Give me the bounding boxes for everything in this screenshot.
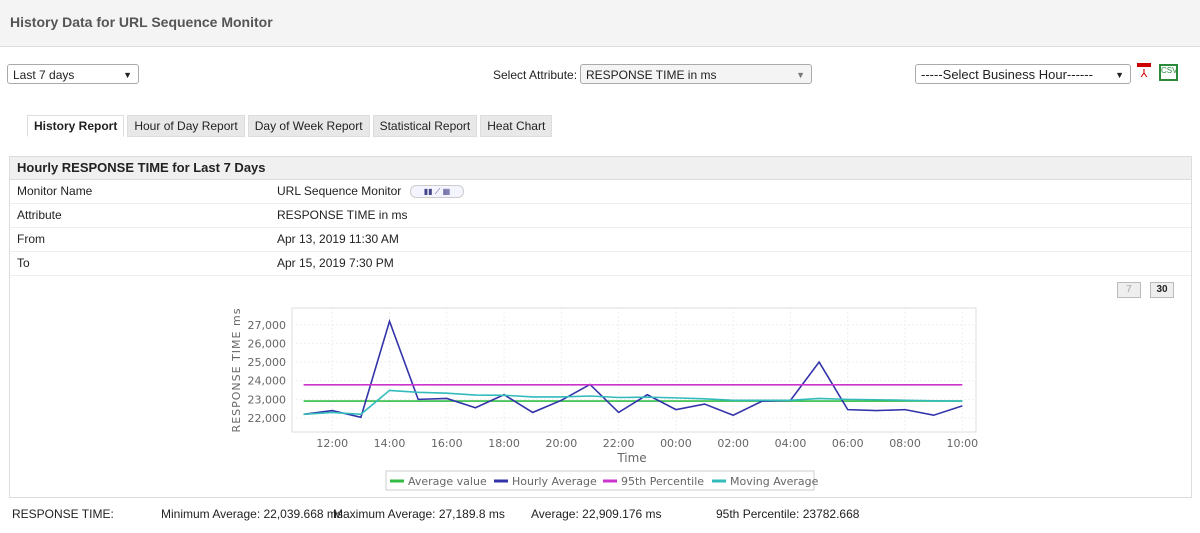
x-tick-label: 12:00 xyxy=(316,437,348,450)
legend-label: Moving Average xyxy=(730,475,819,488)
x-tick-label: 02:00 xyxy=(717,437,749,450)
x-tick-label: 20:00 xyxy=(546,437,578,450)
legend-label: Average value xyxy=(408,475,487,488)
y-tick-label: 25,000 xyxy=(248,356,287,369)
x-axis-title: Time xyxy=(616,451,646,465)
y-tick-label: 26,000 xyxy=(248,337,287,350)
stats-max: Maximum Average: 27,189.8 ms xyxy=(333,507,505,521)
stats-min: Minimum Average: 22,039.668 ms xyxy=(161,507,343,521)
stats-p95: 95th Percentile: 23782.668 xyxy=(716,507,860,521)
x-tick-label: 22:00 xyxy=(603,437,635,450)
y-tick-label: 23,000 xyxy=(248,393,287,406)
legend-label: Hourly Average xyxy=(512,475,597,488)
x-tick-label: 04:00 xyxy=(775,437,807,450)
x-tick-label: 00:00 xyxy=(660,437,692,450)
x-tick-label: 18:00 xyxy=(488,437,520,450)
y-axis-title: RESPONSE TIME ms xyxy=(230,308,243,433)
x-tick-label: 08:00 xyxy=(889,437,921,450)
stats-label: RESPONSE TIME: xyxy=(12,507,114,521)
stats-avg: Average: 22,909.176 ms xyxy=(531,507,662,521)
y-tick-label: 22,000 xyxy=(248,412,287,425)
x-tick-label: 14:00 xyxy=(374,437,406,450)
y-tick-label: 24,000 xyxy=(248,375,287,388)
plot-area xyxy=(291,307,977,433)
x-tick-label: 16:00 xyxy=(431,437,463,450)
y-tick-label: 27,000 xyxy=(248,319,287,332)
response-time-chart: 22,000 23,000 24,000 25,000 26,000 27,000 12:0… xyxy=(230,307,978,491)
x-tick-label: 06:00 xyxy=(832,437,864,450)
x-tick-label: 10:00 xyxy=(946,437,978,450)
legend-label: 95th Percentile xyxy=(621,475,704,488)
